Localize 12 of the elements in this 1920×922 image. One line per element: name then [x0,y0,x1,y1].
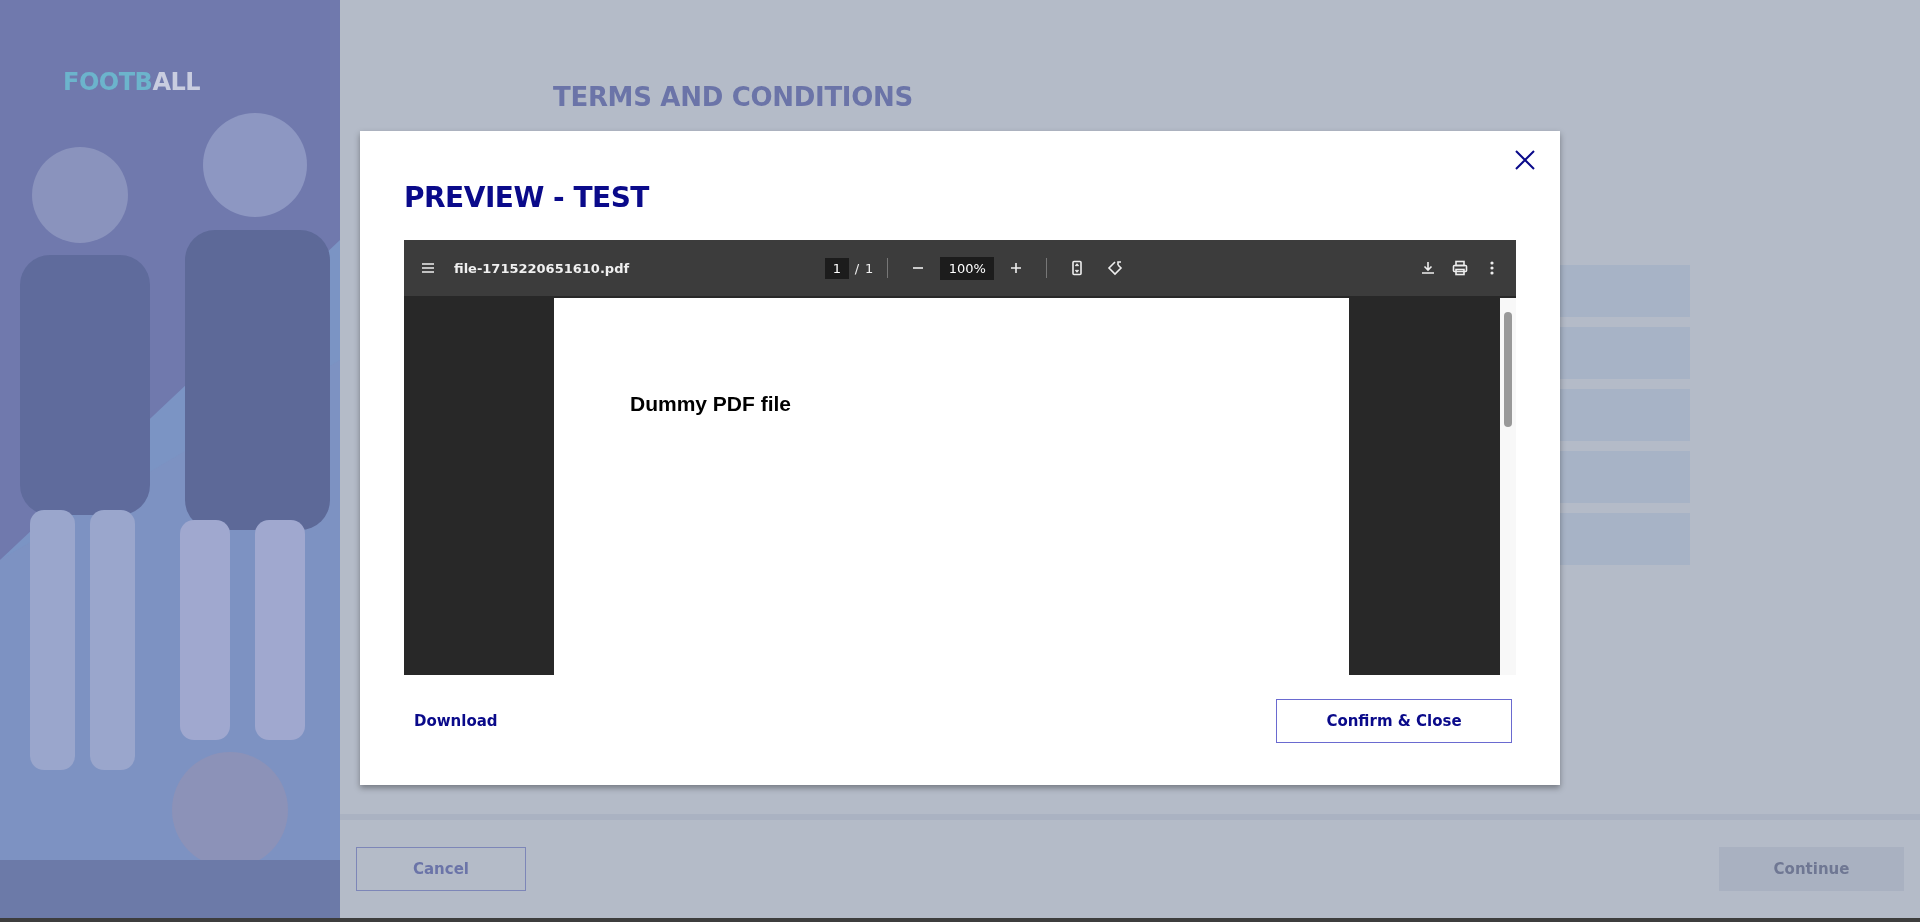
scrollbar[interactable] [1500,298,1516,675]
page-number-field[interactable]: 1 [824,257,849,279]
zoom-field[interactable]: 100% [940,256,995,280]
confirm-close-button[interactable]: Confirm & Close [1276,699,1512,743]
file-name: file-1715220651610.pdf [454,260,631,276]
download-link[interactable]: Download [414,712,498,730]
page-separator: / [854,260,860,276]
dialog-title: PREVIEW - TEST [404,181,649,214]
page-count: 1 [865,260,874,276]
document-heading: Dummy PDF file [630,392,792,416]
logo: FOOTBALL [63,68,201,96]
page-title: TERMS AND CONDITIONS [553,82,914,112]
